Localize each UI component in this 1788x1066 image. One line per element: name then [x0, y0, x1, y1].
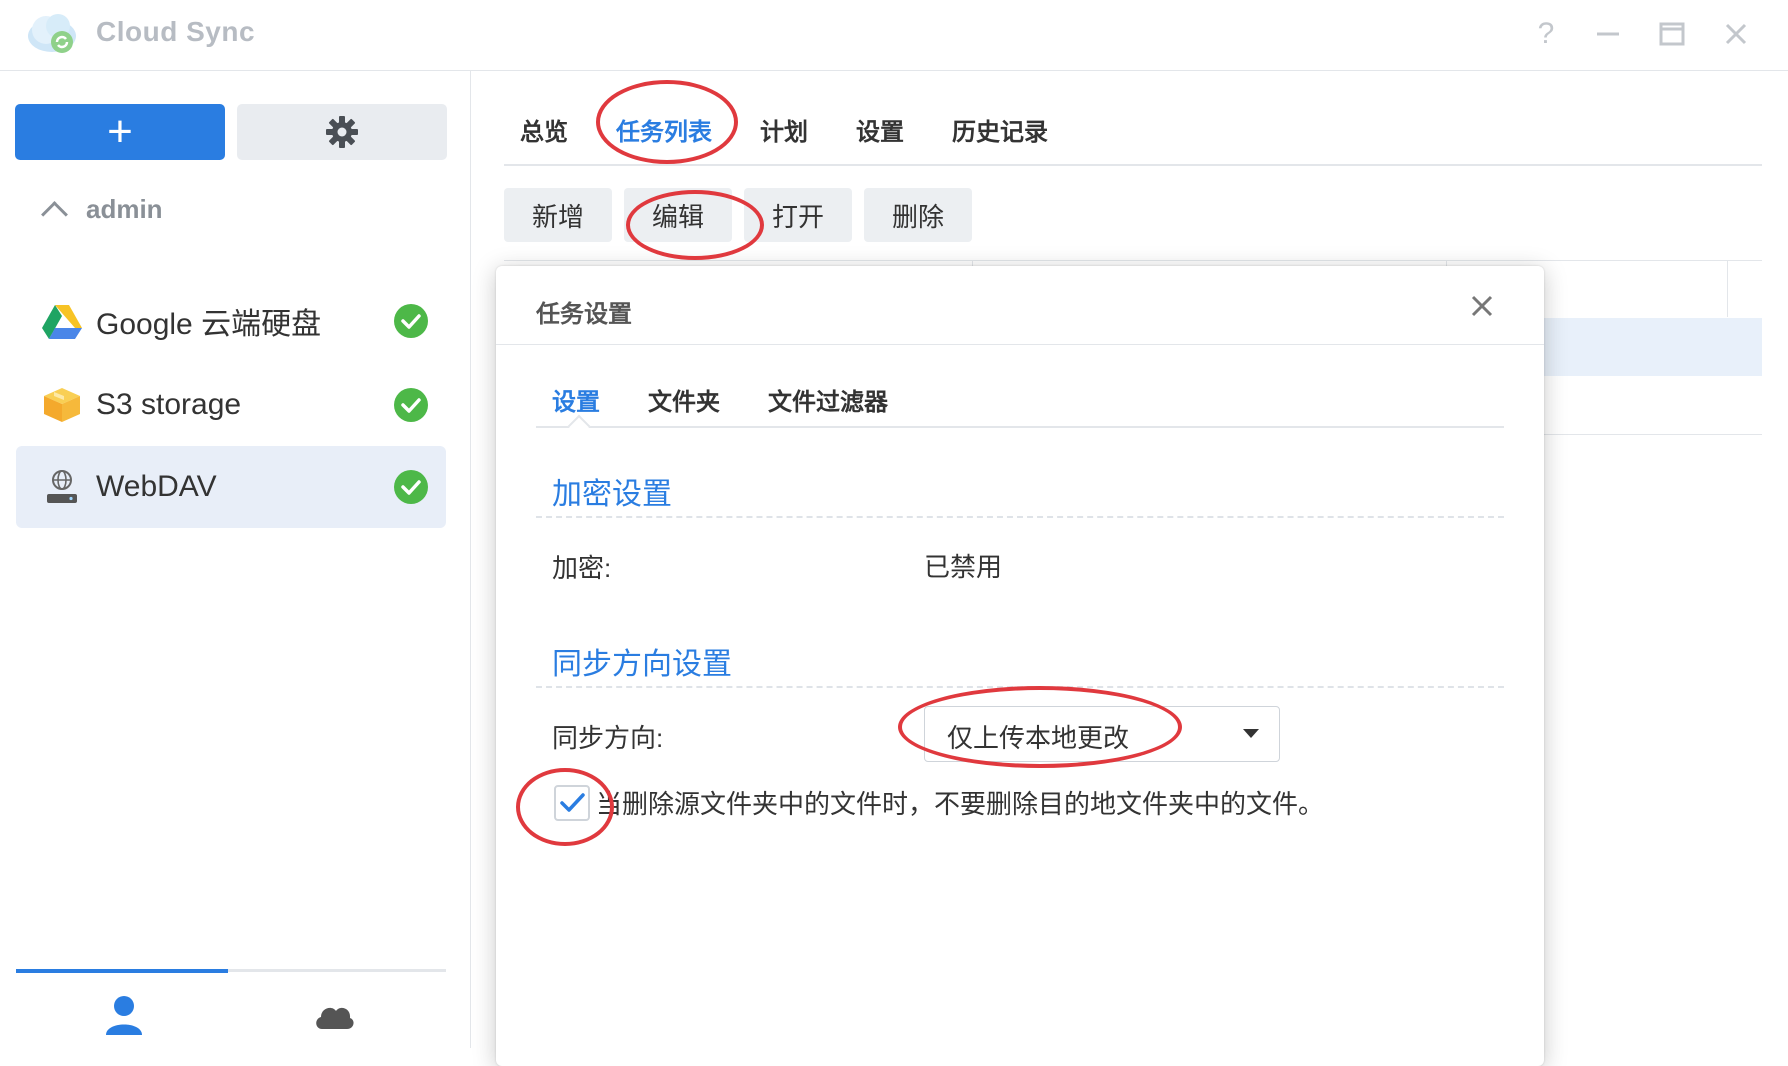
s3-box-icon	[44, 388, 80, 422]
main-tab-bar: 总览 任务列表 计划 设置 历史记录	[504, 96, 1762, 166]
dropdown-caret-icon	[1243, 729, 1259, 738]
sidebar-tab-bar	[16, 969, 446, 973]
sidebar-item-s3-storage[interactable]: S3 storage	[16, 364, 446, 446]
list-column-divider	[1727, 260, 1728, 317]
sidebar-item-webdav[interactable]: WebDAV	[16, 446, 446, 528]
encryption-label: 加密:	[552, 553, 612, 583]
checkmark-icon	[560, 793, 585, 812]
chevron-up-icon	[41, 200, 68, 228]
tab-settings[interactable]: 设置	[552, 382, 600, 417]
dialog-close-icon[interactable]	[1464, 288, 1500, 324]
task-settings-dialog: 任务设置 设置 文件夹 文件过滤器 加密设置 加密: 已禁用 同步方向设置 同步…	[496, 266, 1544, 1066]
minimize-icon[interactable]	[1588, 14, 1628, 54]
delete-button[interactable]: 删除	[864, 188, 972, 242]
encryption-value: 已禁用	[924, 552, 1003, 582]
keep-destination-files-label: 当删除源文件夹中的文件时，不要删除目的地文件夹中的文件。	[596, 789, 1325, 819]
gear-icon	[326, 116, 358, 148]
group-header-admin[interactable]: admin	[41, 189, 163, 229]
check-circle-icon	[394, 304, 428, 338]
cloud-icon[interactable]	[312, 993, 356, 1037]
maximize-icon[interactable]	[1652, 14, 1692, 54]
sidebar: + admin Google 云端硬盘 S3 storage WebDAV	[0, 71, 471, 1048]
open-button[interactable]: 打开	[744, 188, 852, 242]
cloud-sync-logo-icon	[28, 14, 76, 53]
sync-direction-section-title: 同步方向设置	[552, 648, 732, 681]
help-icon[interactable]: ?	[1526, 14, 1566, 54]
dialog-header-divider	[496, 344, 1544, 345]
active-tab-indicator	[16, 969, 228, 973]
google-drive-icon	[42, 305, 82, 339]
section-divider	[536, 686, 1504, 688]
tab-file-filter[interactable]: 文件过滤器	[768, 382, 888, 417]
sidebar-item-label: S3 storage	[96, 388, 242, 421]
sync-direction-selected: 仅上传本地更改	[947, 723, 1130, 753]
sync-direction-label: 同步方向:	[552, 723, 664, 753]
group-label: admin	[86, 193, 163, 224]
tab-task-list[interactable]: 任务列表	[616, 112, 712, 147]
dialog-tab-bar: 设置 文件夹 文件过滤器	[536, 376, 1504, 438]
close-icon[interactable]	[1716, 14, 1756, 54]
user-icon[interactable]	[102, 993, 146, 1037]
settings-button[interactable]	[237, 104, 447, 160]
sync-direction-select[interactable]: 仅上传本地更改	[924, 706, 1280, 762]
check-circle-icon	[394, 388, 428, 422]
title-bar: Cloud Sync ?	[0, 0, 1788, 71]
check-circle-icon	[394, 470, 428, 504]
section-divider	[536, 516, 1504, 518]
list-header-border	[504, 260, 1762, 261]
new-button[interactable]: 新增	[504, 188, 612, 242]
sidebar-item-google-drive[interactable]: Google 云端硬盘	[16, 280, 446, 362]
app-title: Cloud Sync	[96, 16, 256, 47]
tab-overview[interactable]: 总览	[520, 112, 568, 147]
tab-settings[interactable]: 设置	[856, 112, 904, 147]
sidebar-item-label: Google 云端硬盘	[96, 308, 322, 341]
tab-folders[interactable]: 文件夹	[648, 382, 720, 417]
dialog-title: 任务设置	[536, 301, 632, 328]
active-tab-notch	[567, 414, 591, 438]
edit-button[interactable]: 编辑	[624, 188, 732, 242]
add-connection-button[interactable]: +	[15, 104, 225, 160]
keep-destination-files-checkbox[interactable]	[554, 785, 590, 821]
tab-history[interactable]: 历史记录	[952, 112, 1048, 147]
webdav-server-icon	[47, 470, 77, 503]
tab-schedule[interactable]: 计划	[760, 112, 808, 147]
encryption-section-title: 加密设置	[552, 478, 672, 511]
sidebar-item-label: WebDAV	[96, 470, 217, 503]
